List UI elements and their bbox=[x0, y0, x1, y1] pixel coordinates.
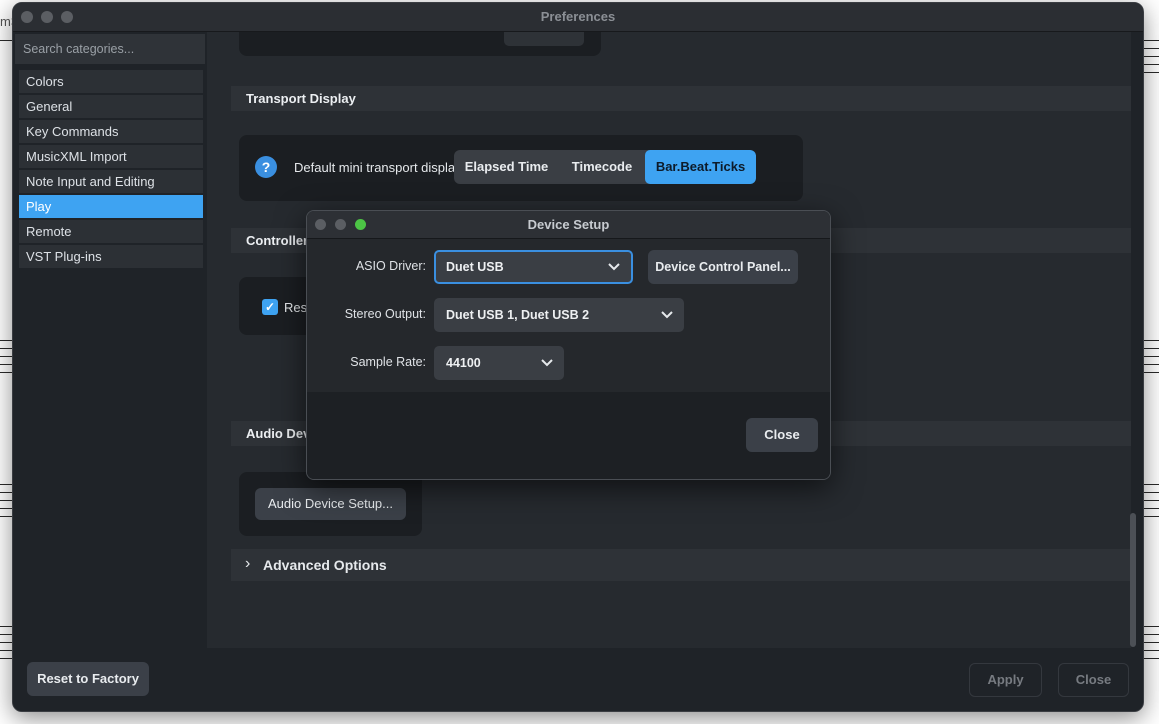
chevron-down-icon bbox=[608, 263, 620, 271]
sidebar-item-key-commands[interactable]: Key Commands bbox=[19, 120, 203, 143]
dialog-title-bar[interactable]: Device Setup bbox=[307, 211, 830, 239]
help-icon[interactable]: ? bbox=[255, 156, 277, 178]
sidebar-item-play[interactable]: Play bbox=[19, 195, 203, 218]
chevron-right-icon: › bbox=[245, 555, 251, 572]
category-list: Colors General Key Commands MusicXML Imp… bbox=[19, 70, 203, 270]
segment-elapsed-time[interactable]: Elapsed Time bbox=[454, 150, 559, 184]
sample-rate-value: 44100 bbox=[446, 356, 481, 370]
sidebar-item-musicxml-import[interactable]: MusicXML Import bbox=[19, 145, 203, 168]
asio-driver-value: Duet USB bbox=[446, 260, 504, 274]
asio-driver-label: ASIO Driver: bbox=[355, 259, 426, 273]
dialog-body: ASIO Driver: Duet USB Device Control Pan… bbox=[307, 239, 830, 392]
advanced-options-label: Advanced Options bbox=[263, 557, 387, 573]
asio-driver-dropdown[interactable]: Duet USB bbox=[434, 250, 633, 284]
category-sidebar: Colors General Key Commands MusicXML Imp… bbox=[13, 32, 207, 648]
controller-checkbox-label: Res bbox=[284, 300, 308, 315]
chevron-down-icon bbox=[541, 359, 553, 367]
transport-segmented-control: Elapsed Time Timecode Bar.Beat.Ticks bbox=[454, 150, 756, 184]
scrolled-group bbox=[239, 32, 601, 56]
sidebar-item-note-input[interactable]: Note Input and Editing bbox=[19, 170, 203, 193]
sidebar-item-colors[interactable]: Colors bbox=[19, 70, 203, 93]
apply-button[interactable]: Apply bbox=[969, 663, 1042, 697]
sample-rate-dropdown[interactable]: 44100 bbox=[434, 346, 564, 380]
window-title: Preferences bbox=[540, 9, 616, 24]
chevron-down-icon bbox=[661, 311, 673, 319]
title-bar[interactable]: Preferences bbox=[13, 3, 1143, 32]
transport-display-label: Default mini transport display: bbox=[294, 160, 466, 175]
device-setup-dialog: Device Setup ASIO Driver: Duet USB Devic… bbox=[306, 210, 831, 480]
close-button[interactable]: Close bbox=[1058, 663, 1129, 697]
sample-rate-label: Sample Rate: bbox=[350, 355, 426, 369]
reset-to-factory-button[interactable]: Reset to Factory bbox=[27, 662, 149, 696]
controller-checkbox[interactable]: ✓ bbox=[262, 299, 278, 315]
stereo-output-label: Stereo Output: bbox=[344, 307, 426, 321]
dialog-close-button[interactable]: Close bbox=[746, 418, 818, 452]
dialog-footer: Close bbox=[307, 392, 830, 479]
section-transport-display: Transport Display bbox=[231, 86, 1131, 111]
device-control-panel-button[interactable]: Device Control Panel... bbox=[648, 250, 798, 284]
sidebar-item-remote[interactable]: Remote bbox=[19, 220, 203, 243]
dialog-title: Device Setup bbox=[527, 217, 610, 232]
search-categories-input[interactable] bbox=[15, 34, 205, 64]
sidebar-item-general[interactable]: General bbox=[19, 95, 203, 118]
sidebar-item-vst-plugins[interactable]: VST Plug-ins bbox=[19, 245, 203, 268]
segment-timecode[interactable]: Timecode bbox=[559, 150, 645, 184]
footer-bar: Reset to Factory Apply Close bbox=[13, 648, 1143, 711]
advanced-options-disclosure[interactable]: › Advanced Options bbox=[231, 549, 1131, 581]
segment-bar-beat-ticks[interactable]: Bar.Beat.Ticks bbox=[645, 150, 756, 184]
stereo-output-dropdown[interactable]: Duet USB 1, Duet USB 2 bbox=[434, 298, 684, 332]
audio-device-setup-button[interactable]: Audio Device Setup... bbox=[255, 488, 406, 520]
stereo-output-value: Duet USB 1, Duet USB 2 bbox=[446, 308, 590, 322]
scrolled-control[interactable] bbox=[504, 32, 584, 46]
content-scrollbar[interactable] bbox=[1130, 513, 1136, 647]
